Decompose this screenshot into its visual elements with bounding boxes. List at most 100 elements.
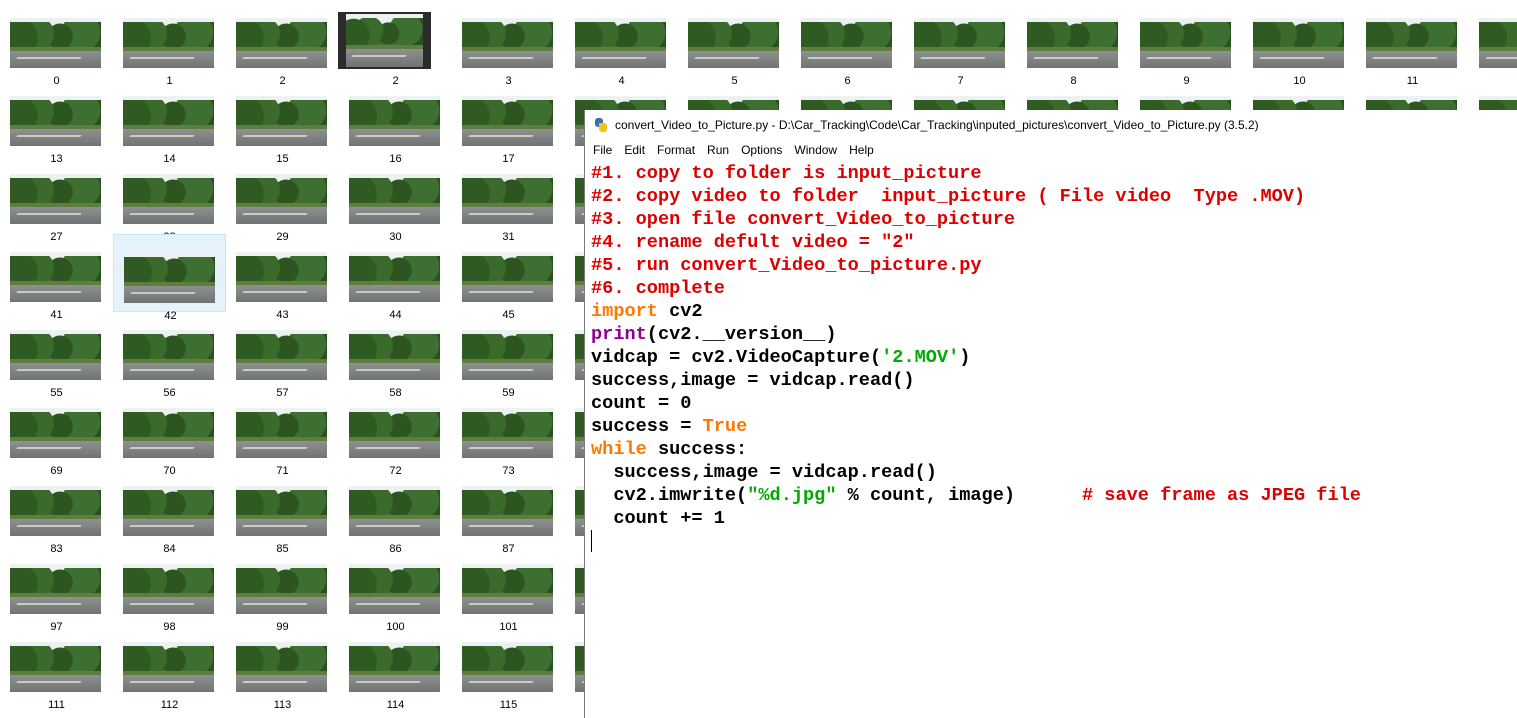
code-line: #4. rename defult video = "2" — [591, 231, 1511, 254]
code-line: count = 0 — [591, 392, 1511, 415]
image-thumbnail — [462, 486, 553, 536]
image-file-tile[interactable]: 42 — [113, 234, 226, 322]
image-file-tile[interactable]: 10 — [1243, 0, 1356, 87]
image-thumbnail — [236, 174, 327, 224]
image-file-tile[interactable]: 114 — [339, 624, 452, 711]
image-file-tile[interactable]: 14 — [113, 78, 226, 165]
image-file-tile[interactable]: 101 — [452, 546, 565, 633]
image-file-tile[interactable]: 111 — [0, 624, 113, 711]
code-token: ) — [959, 347, 971, 368]
image-file-tile[interactable]: 87 — [452, 468, 565, 555]
image-thumbnail — [236, 330, 327, 380]
image-file-tile[interactable]: 112 — [113, 624, 226, 711]
menu-item-options[interactable]: Options — [741, 143, 782, 157]
image-file-tile[interactable]: 29 — [226, 156, 339, 243]
code-token: "%d.jpg" — [747, 485, 837, 506]
image-file-tile[interactable]: 58 — [339, 312, 452, 399]
image-file-tile[interactable] — [1469, 0, 1517, 78]
image-file-tile[interactable]: 4 — [565, 0, 678, 87]
image-thumbnail — [462, 564, 553, 614]
image-thumbnail — [1479, 18, 1517, 68]
video-file-tile[interactable]: 2 — [338, 0, 452, 87]
code-editor[interactable]: #1. copy to folder is input_picture #2. c… — [591, 162, 1511, 712]
image-thumbnail — [10, 252, 101, 302]
menu-item-format[interactable]: Format — [657, 143, 695, 157]
menu-item-edit[interactable]: Edit — [624, 143, 645, 157]
image-thumbnail — [462, 174, 553, 224]
image-file-tile[interactable]: 84 — [113, 468, 226, 555]
image-thumbnail — [123, 642, 214, 692]
image-file-tile[interactable]: 98 — [113, 546, 226, 633]
image-thumbnail — [236, 252, 327, 302]
image-thumbnail — [236, 408, 327, 458]
image-file-tile[interactable]: 17 — [452, 78, 565, 165]
image-file-tile[interactable]: 59 — [452, 312, 565, 399]
image-thumbnail — [349, 408, 440, 458]
code-line: #6. complete — [591, 277, 1511, 300]
image-file-tile[interactable]: 13 — [0, 78, 113, 165]
image-file-tile[interactable]: 100 — [339, 546, 452, 633]
code-line: #1. copy to folder is input_picture — [591, 162, 1511, 185]
image-file-tile[interactable]: 45 — [452, 234, 565, 321]
file-name-label: 113 — [273, 699, 292, 711]
image-file-tile[interactable]: 2 — [226, 0, 339, 87]
image-file-tile[interactable]: 43 — [226, 234, 339, 321]
menu-item-file[interactable]: File — [593, 143, 612, 157]
image-thumbnail — [236, 642, 327, 692]
image-file-tile[interactable]: 9 — [1130, 0, 1243, 87]
image-thumbnail — [124, 253, 215, 303]
image-file-tile[interactable]: 30 — [339, 156, 452, 243]
image-file-tile[interactable]: 97 — [0, 546, 113, 633]
image-file-tile[interactable]: 70 — [113, 390, 226, 477]
image-file-tile[interactable]: 11 — [1356, 0, 1469, 87]
code-line: success,image = vidcap.read() — [591, 369, 1511, 392]
code-token: count += 1 — [591, 508, 725, 529]
image-file-tile[interactable]: 16 — [339, 78, 452, 165]
menu-item-run[interactable]: Run — [707, 143, 729, 157]
image-file-tile[interactable]: 5 — [678, 0, 791, 87]
image-file-tile[interactable]: 57 — [226, 312, 339, 399]
image-thumbnail — [462, 96, 553, 146]
code-token: import — [591, 301, 658, 322]
image-file-tile[interactable]: 0 — [0, 0, 113, 87]
image-file-tile[interactable]: 15 — [226, 78, 339, 165]
image-thumbnail — [349, 564, 440, 614]
image-file-tile[interactable]: 99 — [226, 546, 339, 633]
image-file-tile[interactable]: 6 — [791, 0, 904, 87]
image-file-tile[interactable]: 56 — [113, 312, 226, 399]
image-file-tile[interactable]: 69 — [0, 390, 113, 477]
image-file-tile[interactable]: 72 — [339, 390, 452, 477]
image-file-tile[interactable]: 115 — [452, 624, 565, 711]
python-file-icon — [593, 117, 610, 134]
image-file-tile[interactable]: 41 — [0, 234, 113, 321]
text-cursor — [591, 530, 592, 552]
image-file-tile[interactable]: 7 — [904, 0, 1017, 87]
code-token: #4. rename defult video = "2" — [591, 232, 915, 253]
file-name-label: 114 — [386, 699, 405, 711]
menu-item-window[interactable]: Window — [794, 143, 837, 157]
image-thumbnail — [10, 330, 101, 380]
code-line — [591, 530, 1511, 553]
image-thumbnail — [349, 96, 440, 146]
image-file-tile[interactable]: 31 — [452, 156, 565, 243]
image-file-tile[interactable]: 55 — [0, 312, 113, 399]
image-file-tile[interactable]: 27 — [0, 156, 113, 243]
image-file-tile[interactable]: 83 — [0, 468, 113, 555]
image-file-tile[interactable]: 28 — [113, 156, 226, 243]
window-title: convert_Video_to_Picture.py - D:\Car_Tra… — [615, 118, 1259, 132]
window-titlebar[interactable]: convert_Video_to_Picture.py - D:\Car_Tra… — [585, 110, 1517, 140]
image-file-tile[interactable]: 113 — [226, 624, 339, 711]
image-file-tile[interactable]: 1 — [113, 0, 226, 87]
image-file-tile[interactable]: 85 — [226, 468, 339, 555]
image-file-tile[interactable]: 3 — [452, 0, 565, 87]
image-file-tile[interactable]: 71 — [226, 390, 339, 477]
code-line: #2. copy video to folder input_picture (… — [591, 185, 1511, 208]
image-thumbnail — [236, 486, 327, 536]
image-file-tile[interactable]: 86 — [339, 468, 452, 555]
menu-item-help[interactable]: Help — [849, 143, 874, 157]
image-file-tile[interactable]: 8 — [1017, 0, 1130, 87]
file-name-label: 112 — [160, 699, 179, 711]
image-file-tile[interactable]: 73 — [452, 390, 565, 477]
image-thumbnail — [575, 18, 666, 68]
image-file-tile[interactable]: 44 — [339, 234, 452, 321]
